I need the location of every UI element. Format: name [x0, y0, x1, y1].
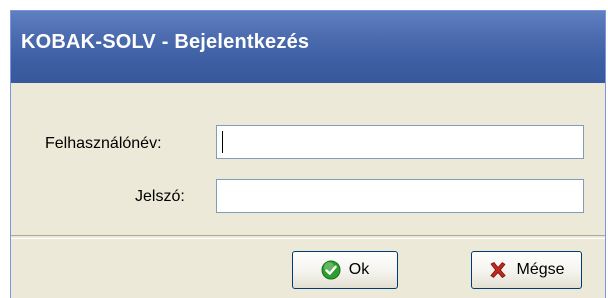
username-field[interactable]	[216, 125, 584, 159]
ok-button[interactable]: Ok	[292, 251, 398, 289]
username-label: Felhasználónév:	[45, 135, 162, 152]
login-dialog: KOBAK-SOLV - Bejelentkezés Felhasználóné…	[10, 10, 606, 298]
red-x-icon	[490, 262, 507, 278]
password-label: Jelszó:	[135, 188, 185, 205]
ok-button-label: Ok	[348, 261, 370, 278]
cancel-button-label: Mégse	[516, 261, 565, 278]
login-form: Felhasználónév: Jelszó:	[11, 83, 605, 235]
text-caret	[222, 131, 223, 153]
check-circle-icon	[321, 260, 341, 280]
separator	[11, 235, 605, 239]
window-title: KOBAK-SOLV - Bejelentkezés	[21, 31, 310, 53]
cancel-button[interactable]: Mégse	[471, 251, 582, 289]
title-bar[interactable]: KOBAK-SOLV - Bejelentkezés	[11, 11, 605, 83]
password-field[interactable]	[216, 179, 584, 213]
